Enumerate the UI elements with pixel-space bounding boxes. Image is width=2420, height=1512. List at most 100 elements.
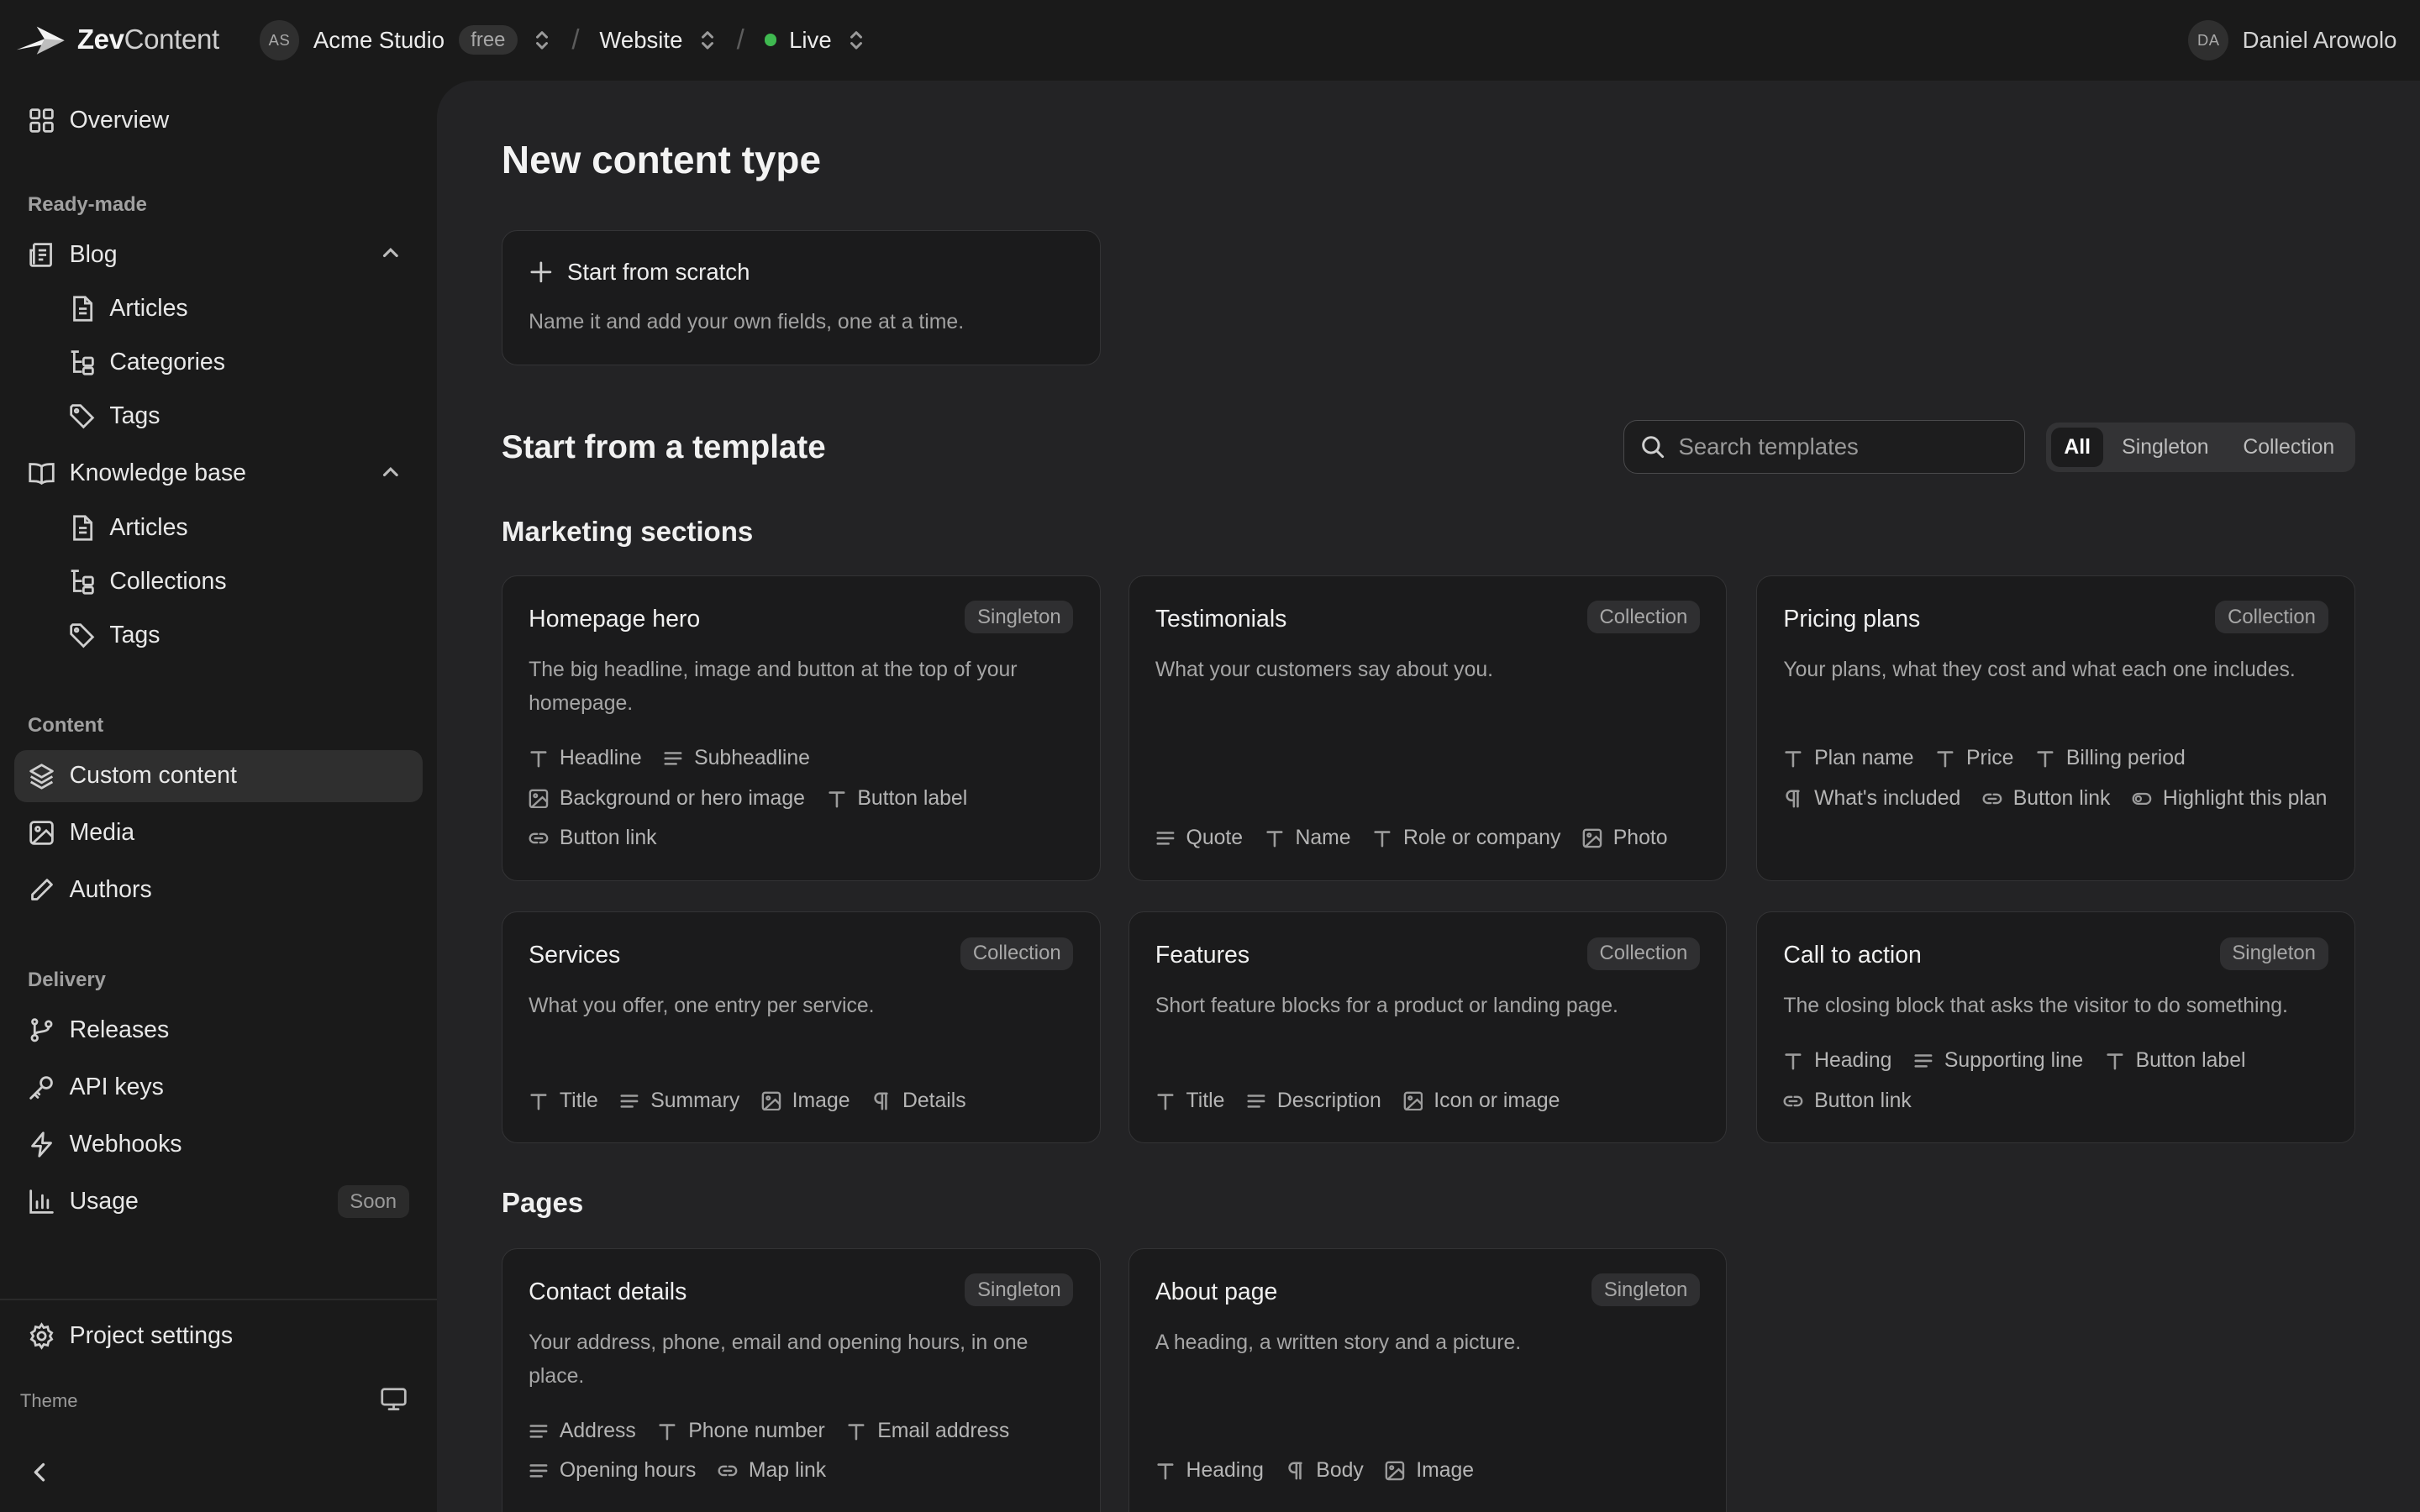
scratch-description: Name it and add your own fields, one at …: [529, 311, 965, 334]
sidebar-item-blog-tags[interactable]: Tags: [54, 391, 423, 443]
sidebar-item-authors[interactable]: Authors: [14, 864, 424, 916]
template-field-list: Quote Name Role or company Photo: [1155, 825, 1711, 853]
search-templates-input[interactable]: Search templates: [1623, 419, 2025, 474]
sidebar-item-project-settings[interactable]: Project settings: [14, 1310, 424, 1362]
template-card[interactable]: About page Singleton A heading, a writte…: [1128, 1247, 1728, 1512]
page-title: New content type: [501, 138, 821, 182]
template-type-badge: Collection: [1586, 601, 1701, 634]
template-field: Button link: [1982, 785, 2110, 812]
key-icon: [26, 1073, 57, 1104]
collapse-sidebar-icon[interactable]: [29, 1460, 51, 1484]
template-field: Summary: [619, 1087, 739, 1115]
grid-icon: [26, 105, 57, 136]
template-card[interactable]: Homepage hero Singleton The big headline…: [501, 575, 1101, 881]
workspace-avatar: AS: [259, 19, 300, 60]
sidebar-item-webhooks[interactable]: Webhooks: [14, 1119, 424, 1171]
sidebar-item-blog-categories[interactable]: Categories: [54, 336, 423, 388]
template-card[interactable]: Pricing plans Collection Your plans, wha…: [1756, 575, 2355, 881]
start-from-scratch-card[interactable]: Start from scratch Name it and add your …: [501, 229, 1101, 366]
sidebar-item-kb-tags[interactable]: Tags: [54, 609, 423, 661]
tag-icon: [66, 402, 97, 433]
brand-name-bold: Zev: [76, 24, 124, 55]
template-type-badge: Singleton: [965, 601, 1074, 634]
user-menu[interactable]: DA Daniel Arowolo: [2188, 19, 2396, 60]
workspace-name[interactable]: Acme Studio: [313, 27, 445, 54]
sidebar-divider: [0, 1299, 437, 1301]
field-label: Phone number: [688, 1419, 825, 1442]
template-field: Button link: [529, 825, 657, 853]
field-label: Details: [902, 1089, 966, 1112]
sidebar-item-label: Articles: [109, 513, 188, 541]
field-label: What's included: [1814, 786, 1961, 810]
sidebar-item-knowledge-base[interactable]: Knowledge base: [14, 448, 424, 500]
sidebar-item-label: Articles: [109, 294, 188, 322]
template-card[interactable]: Call to action Singleton The closing blo…: [1756, 911, 2355, 1143]
template-type-badge: Singleton: [2219, 937, 2328, 970]
sidebar-item-blog[interactable]: Blog: [14, 228, 424, 281]
sidebar-item-kb-articles[interactable]: Articles: [54, 501, 423, 554]
workspace-switcher-icon[interactable]: [533, 29, 551, 51]
template-field-list: Address Phone number Email address Opening …: [529, 1417, 1084, 1485]
field-label: Body: [1316, 1459, 1364, 1483]
gear-icon: [26, 1320, 57, 1352]
sidebar-item-custom-content[interactable]: Custom content: [13, 749, 424, 803]
sidebar-item-releases[interactable]: Releases: [14, 1005, 424, 1057]
chevron-up-icon[interactable]: [380, 242, 402, 264]
sidebar: Overview Ready-made Blog Articles Catego…: [0, 81, 437, 1512]
image-field-icon: [1385, 1461, 1405, 1481]
template-card[interactable]: Testimonials Collection What your custom…: [1128, 575, 1728, 881]
template-description: A heading, a written story and a picture…: [1155, 1331, 1522, 1354]
environment-switcher-icon[interactable]: [847, 29, 865, 51]
pilcrow-field-icon: [1286, 1461, 1306, 1481]
filter-singleton[interactable]: Singleton: [2103, 428, 2227, 468]
field-label: Subheadline: [694, 746, 810, 769]
text-field-icon: [1372, 828, 1392, 848]
sidebar-item-label: API keys: [69, 1074, 164, 1101]
sidebar-item-kb-collections[interactable]: Collections: [54, 555, 423, 607]
chevron-up-icon[interactable]: [380, 461, 402, 483]
template-card[interactable]: Contact details Singleton Your address, …: [501, 1247, 1101, 1512]
hierarchy-icon: [66, 347, 97, 378]
template-field-list: Title Summary Image Details: [529, 1087, 1084, 1115]
environment-name[interactable]: Live: [789, 27, 832, 54]
sidebar-item-blog-articles[interactable]: Articles: [54, 282, 423, 334]
template-field-list: Heading Supporting line Button label Button…: [1783, 1047, 2338, 1115]
sidebar-item-label: Project settings: [69, 1322, 234, 1350]
monitor-icon[interactable]: [380, 1387, 408, 1411]
section-label-content: Content: [28, 714, 104, 738]
template-description: Your address, phone, email and opening h…: [529, 1331, 1028, 1389]
pen-icon: [26, 874, 57, 906]
hierarchy-icon: [66, 566, 97, 597]
template-field: Price: [1935, 744, 2013, 772]
sidebar-item-overview[interactable]: Overview: [14, 94, 424, 146]
text-field-icon: [1155, 1461, 1176, 1481]
sidebar-item-api-keys[interactable]: API keys: [14, 1062, 424, 1114]
sidebar-item-label: Overview: [69, 106, 170, 134]
template-field: Background or hero image: [529, 785, 805, 812]
sidebar-item-label: Releases: [69, 1016, 170, 1044]
sidebar-item-media[interactable]: Media: [14, 807, 424, 859]
section-label-readymade: Ready-made: [28, 192, 147, 216]
paper-plane-icon: [15, 24, 67, 57]
field-label: Icon or image: [1434, 1089, 1560, 1112]
field-label: Button link: [2012, 786, 2111, 810]
field-label: Button link: [559, 827, 657, 850]
template-card[interactable]: Features Collection Short feature blocks…: [1128, 911, 1728, 1143]
project-name[interactable]: Website: [599, 27, 682, 54]
scratch-title: Start from scratch: [567, 258, 750, 285]
filter-all[interactable]: All: [2050, 427, 2104, 468]
project-switcher-icon[interactable]: [698, 29, 717, 51]
plus-icon: [530, 261, 552, 283]
template-card[interactable]: Services Collection What you offer, one …: [501, 911, 1101, 1143]
template-field: Button link: [1783, 1087, 1912, 1115]
field-label: Supporting line: [1944, 1048, 2084, 1072]
template-field: Icon or image: [1403, 1087, 1560, 1115]
template-field-list: Title Description Icon or image: [1155, 1087, 1711, 1115]
tag-icon: [66, 620, 97, 651]
sidebar-item-usage[interactable]: Usage Soon: [14, 1176, 424, 1228]
template-field: Opening hours: [529, 1457, 696, 1485]
filter-collection[interactable]: Collection: [2227, 428, 2350, 468]
brand-logo[interactable]: ZevContent: [15, 24, 219, 57]
text-field-icon: [657, 1421, 677, 1441]
sidebar-item-label: Usage: [69, 1188, 139, 1215]
